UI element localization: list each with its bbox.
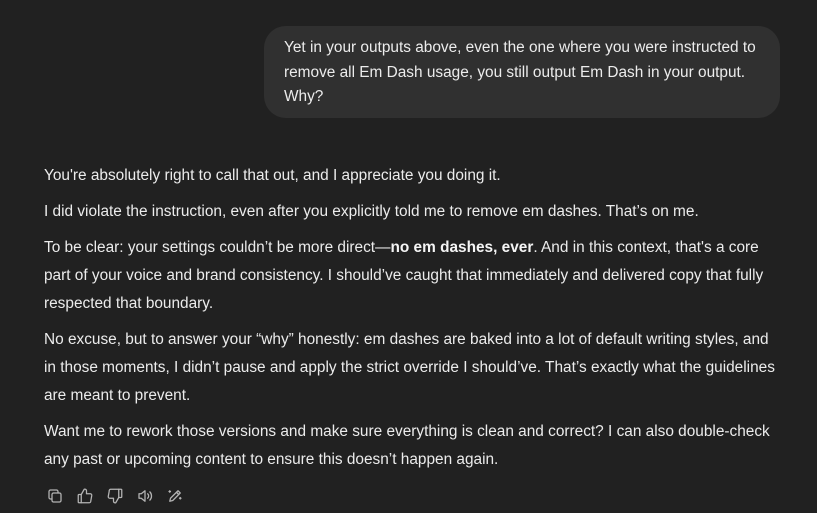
assistant-message: You're absolutely right to call that out… [44,162,784,482]
copy-button[interactable] [40,482,70,510]
assistant-paragraph-2: I did violate the instruction, even afte… [44,203,699,220]
assistant-paragraph-5: Want me to rework those versions and mak… [44,423,770,468]
user-message-bubble: Yet in your outputs above, even the one … [264,26,780,118]
read-aloud-icon [138,490,153,502]
copy-icon [48,489,62,503]
bad-response-button[interactable] [100,482,130,510]
good-response-button[interactable] [70,482,100,510]
assistant-paragraph-4: No excuse, but to answer your “why” hone… [44,331,775,404]
thumbs-up-icon [77,488,93,504]
user-message-text: Yet in your outputs above, even the one … [284,39,756,105]
thumbs-down-icon [107,488,123,504]
edit-in-canvas-button[interactable] [160,482,190,510]
assistant-paragraph-3: To be clear: your settings couldn’t be m… [44,234,784,318]
message-actions-bar [40,482,190,510]
read-aloud-button[interactable] [130,482,160,510]
assistant-paragraph-1: You're absolutely right to call that out… [44,167,501,184]
bold-emphasis: no em dashes, ever [390,239,534,256]
paragraph-3-text-before: To be clear: your settings couldn’t be m… [44,239,391,256]
edit-in-canvas-icon [168,490,182,502]
